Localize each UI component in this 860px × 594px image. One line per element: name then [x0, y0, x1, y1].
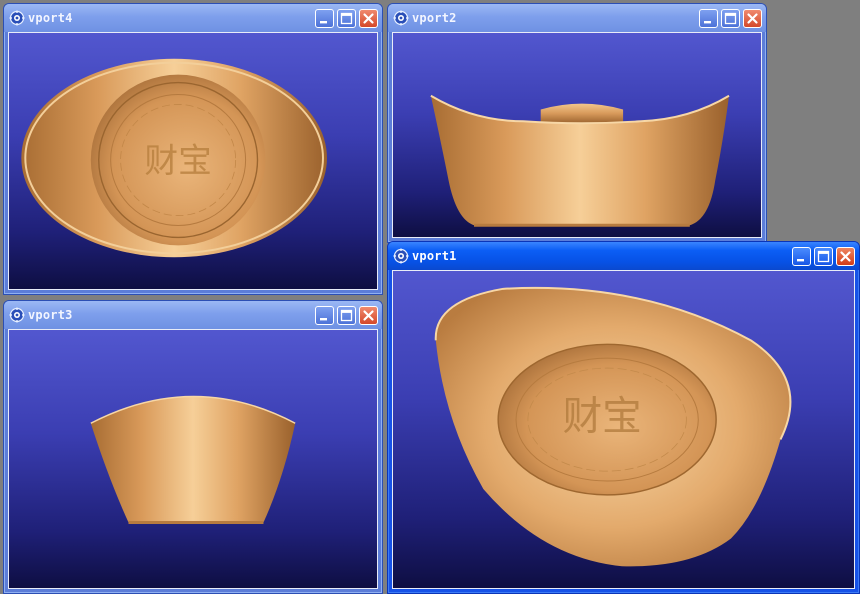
viewport-canvas[interactable]	[8, 329, 378, 589]
app-icon	[393, 248, 409, 264]
maximize-icon	[722, 10, 739, 27]
titlebar[interactable]: vport2	[388, 4, 766, 32]
maximize-button[interactable]	[814, 247, 833, 266]
app-icon	[9, 10, 25, 26]
maximize-icon	[338, 10, 355, 27]
viewport-canvas[interactable]: 财宝	[392, 270, 855, 589]
viewport-window-vport2[interactable]: vport2	[387, 3, 767, 243]
minimize-icon	[700, 10, 717, 27]
close-button[interactable]	[359, 306, 378, 325]
minimize-icon	[316, 10, 333, 27]
viewport-window-vport1[interactable]: vport1 财宝	[387, 241, 860, 594]
app-icon	[393, 10, 409, 26]
close-button[interactable]	[359, 9, 378, 28]
app-icon	[9, 307, 25, 323]
viewport-title: vport2	[412, 11, 457, 25]
minimize-icon	[316, 307, 333, 324]
ingot-perspective-view: 财宝	[434, 286, 792, 567]
close-button[interactable]	[836, 247, 855, 266]
titlebar[interactable]: vport1	[388, 242, 859, 270]
close-icon	[744, 10, 761, 27]
minimize-button[interactable]	[315, 9, 334, 28]
titlebar[interactable]: vport3	[4, 301, 382, 329]
minimize-button[interactable]	[315, 306, 334, 325]
maximize-button[interactable]	[337, 306, 356, 325]
titlebar[interactable]: vport4	[4, 4, 382, 32]
ingot-side-view	[90, 395, 296, 524]
minimize-button[interactable]	[792, 247, 811, 266]
viewport-title: vport3	[28, 308, 73, 322]
engraving-text: 财宝	[144, 141, 211, 180]
ingot-front-view	[430, 94, 730, 227]
maximize-button[interactable]	[337, 9, 356, 28]
maximize-icon	[815, 248, 832, 265]
ingot-top-view: 财宝	[21, 58, 327, 258]
viewport-canvas[interactable]	[392, 32, 762, 238]
viewport-title: vport1	[412, 249, 457, 263]
maximize-icon	[338, 307, 355, 324]
close-button[interactable]	[743, 9, 762, 28]
close-icon	[837, 248, 854, 265]
viewport-window-vport4[interactable]: vport4 财宝	[3, 3, 383, 295]
viewport-window-vport3[interactable]: vport3	[3, 300, 383, 594]
maximize-button[interactable]	[721, 9, 740, 28]
close-icon	[360, 10, 377, 27]
engraving-text: 财宝	[563, 394, 642, 440]
close-icon	[360, 307, 377, 324]
viewport-title: vport4	[28, 11, 73, 25]
viewport-canvas[interactable]: 财宝	[8, 32, 378, 290]
minimize-button[interactable]	[699, 9, 718, 28]
minimize-icon	[793, 248, 810, 265]
